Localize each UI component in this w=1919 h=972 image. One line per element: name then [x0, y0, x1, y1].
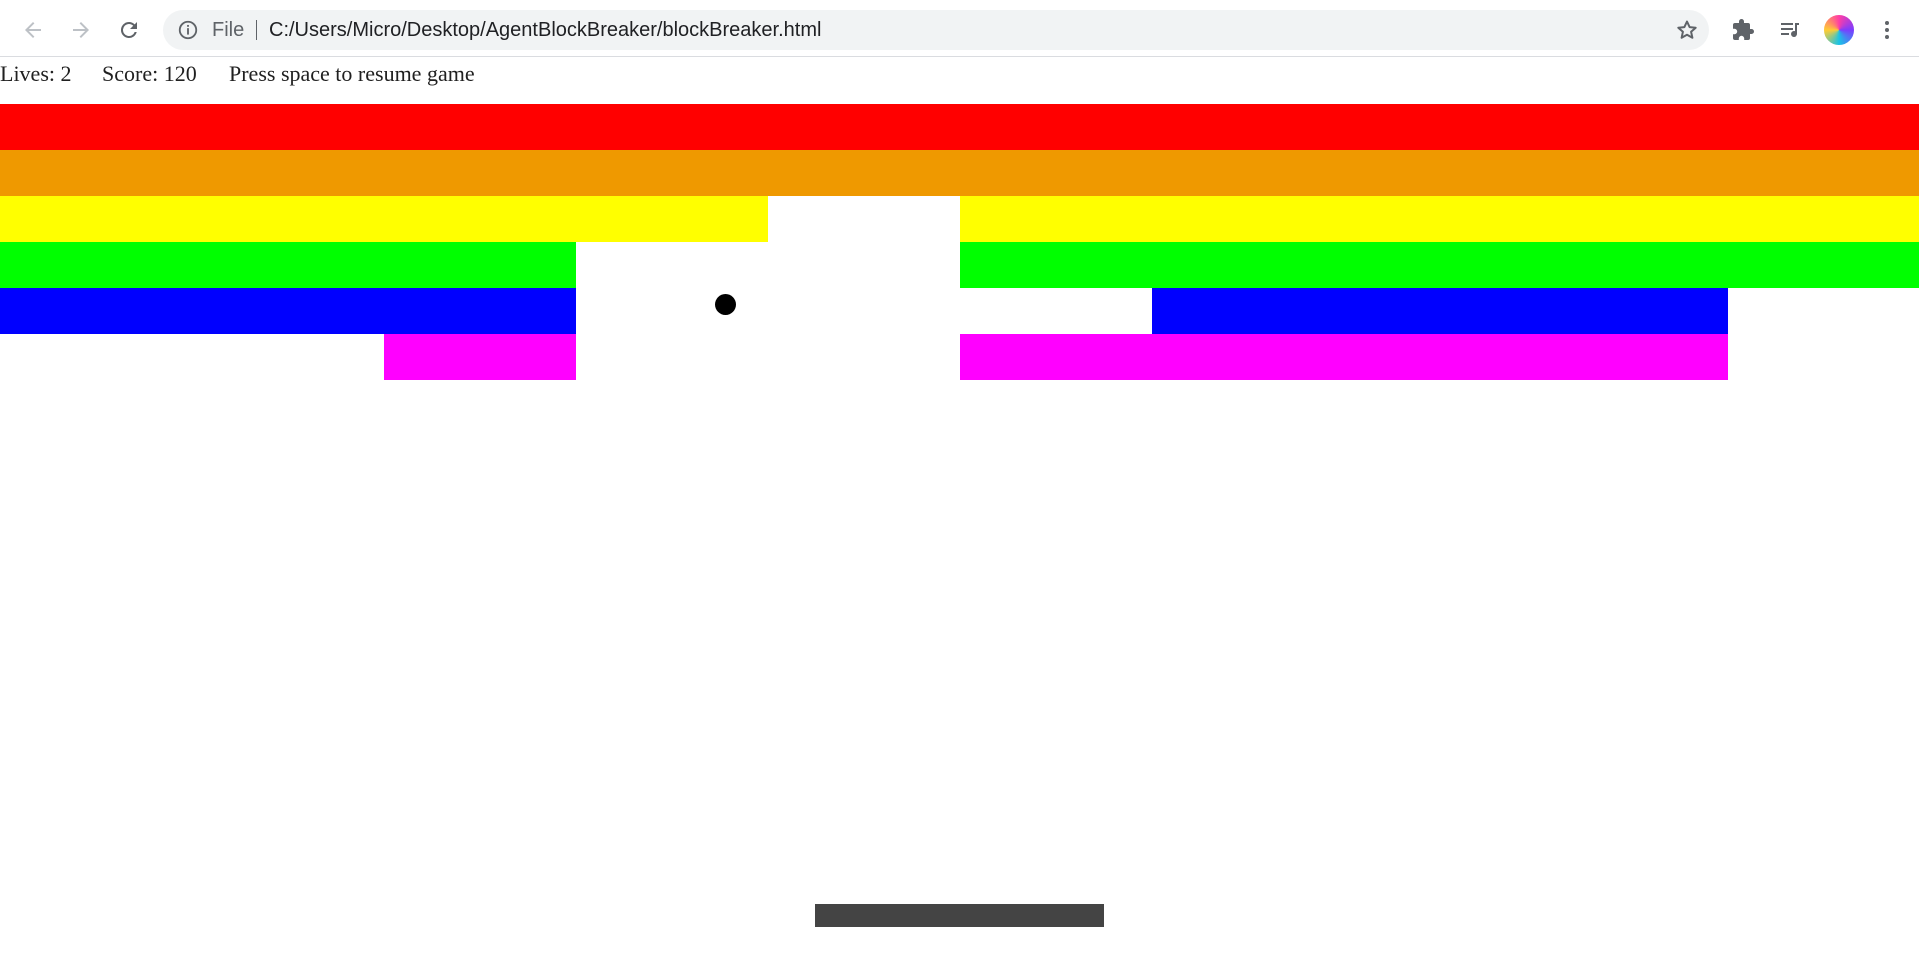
star-icon[interactable] — [1675, 18, 1699, 42]
omnibox-divider — [256, 20, 257, 40]
brick-row-orange — [0, 150, 1919, 196]
reload-button[interactable] — [109, 10, 149, 50]
lives-counter: Lives: 2 — [0, 61, 72, 86]
game-canvas[interactable] — [0, 104, 1919, 972]
back-button[interactable] — [13, 10, 53, 50]
browser-toolbar: File C:/Users/Micro/Desktop/AgentBlockBr… — [0, 0, 1919, 57]
info-icon[interactable] — [177, 19, 199, 41]
browser-menu-button[interactable] — [1867, 10, 1907, 50]
arrow-left-icon — [25, 22, 41, 38]
url-text[interactable]: C:/Users/Micro/Desktop/AgentBlockBreaker… — [269, 10, 821, 50]
arrow-right-icon — [73, 22, 89, 38]
brick-blue — [0, 288, 576, 334]
brick-magenta — [960, 334, 1728, 380]
brick-yellow — [960, 196, 1919, 242]
playlist-icon — [1781, 23, 1799, 37]
brick-yellow — [0, 196, 768, 242]
brick-magenta — [384, 334, 576, 380]
brick-green — [960, 242, 1919, 288]
forward-button[interactable] — [61, 10, 101, 50]
paddle[interactable] — [815, 904, 1104, 927]
score-counter: Score: 120 — [102, 61, 197, 86]
brick-row-red — [0, 104, 1919, 150]
ball — [715, 294, 736, 315]
brick-green — [0, 242, 576, 288]
reload-icon — [120, 21, 137, 38]
media-control-button[interactable] — [1770, 10, 1810, 50]
profile-avatar[interactable] — [1822, 13, 1856, 47]
pause-message: Press space to resume game — [229, 61, 475, 86]
brick-blue — [1152, 288, 1728, 334]
puzzle-icon — [1733, 19, 1754, 40]
address-bar[interactable]: File C:/Users/Micro/Desktop/AgentBlockBr… — [163, 10, 1709, 50]
scheme-label: File — [212, 19, 245, 41]
extensions-button[interactable] — [1723, 10, 1763, 50]
kebab-menu-icon — [1885, 21, 1889, 39]
